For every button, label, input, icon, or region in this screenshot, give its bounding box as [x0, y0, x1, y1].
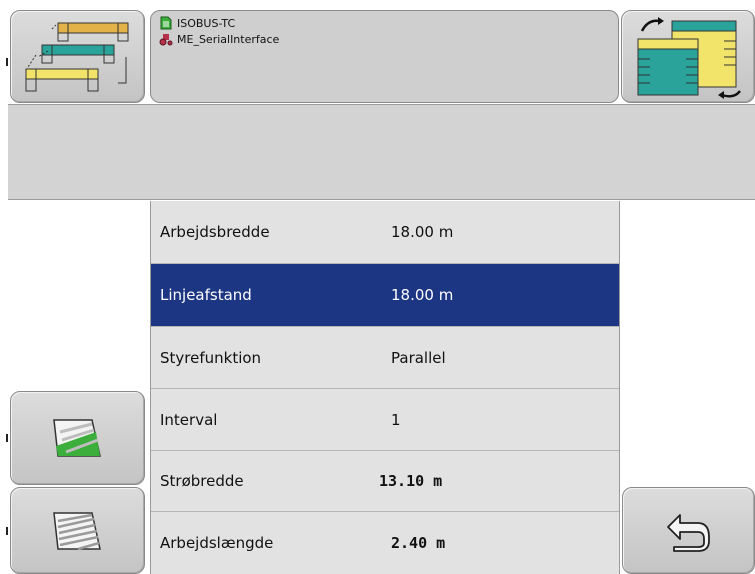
setting-value: 2.40 m: [391, 534, 446, 552]
setting-row-steering-function[interactable]: Styrefunktion Parallel: [151, 327, 619, 389]
setting-label: Strøbredde: [160, 472, 244, 490]
setting-value: Parallel: [391, 348, 446, 367]
settings-list: Arbejdsbredde 18.00 m Linjeafstand 18.00…: [150, 201, 620, 574]
app-line: ISOBUS-TC: [159, 15, 610, 31]
setting-label: Arbejdslængde: [160, 534, 274, 552]
setting-value: 18.00 m: [391, 286, 454, 304]
softkey-marker: [6, 434, 8, 442]
layout-switch-icon: [25, 22, 128, 91]
setting-row-working-width[interactable]: Arbejdsbredde 18.00 m: [151, 201, 619, 264]
setting-label: Linjeafstand: [160, 286, 252, 304]
setting-value: 1: [391, 410, 401, 429]
setting-value: 13.10 m: [379, 472, 443, 490]
softkey-marker: [6, 58, 8, 66]
setting-value: 18.00 m: [391, 223, 454, 241]
softkey-marker: [6, 527, 8, 535]
device-info-panel: ISOBUS-TC ME_SerialInterface: [150, 10, 619, 103]
setting-label: Styrefunktion: [160, 348, 262, 367]
field-pattern-grey-icon: [52, 511, 101, 550]
setting-label: Interval: [160, 410, 218, 429]
setting-label: Arbejdsbredde: [160, 223, 270, 241]
field-pattern-green-icon: [52, 419, 101, 457]
tractor-icon: [159, 34, 173, 46]
setting-row-spread-width[interactable]: Strøbredde 13.10 m: [151, 451, 619, 512]
layout-switch-button[interactable]: [10, 10, 145, 103]
device-line-text: ME_SerialInterface: [177, 32, 280, 46]
setting-row-working-length[interactable]: Arbejdslængde 2.40 m: [151, 512, 619, 574]
document-icon: [160, 16, 172, 30]
page-swap-icon: [637, 16, 741, 99]
field-pattern-green-button[interactable]: [10, 391, 145, 485]
setting-row-interval[interactable]: Interval 1: [151, 389, 619, 451]
message-band: [8, 104, 755, 200]
return-button[interactable]: [622, 487, 755, 574]
device-line: ME_SerialInterface: [159, 31, 610, 47]
return-arrow-icon: [666, 513, 710, 552]
field-pattern-grey-button[interactable]: [10, 487, 145, 574]
app-line-text: ISOBUS-TC: [177, 16, 236, 30]
page-swap-button[interactable]: [621, 10, 755, 103]
setting-row-line-spacing[interactable]: Linjeafstand 18.00 m: [151, 264, 619, 327]
